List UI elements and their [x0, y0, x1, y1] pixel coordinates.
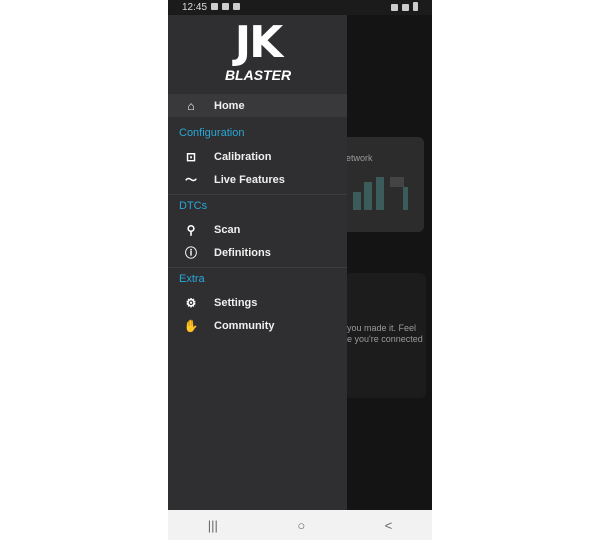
menu-item-label: Definitions — [214, 246, 271, 259]
menu-item-label: Community — [214, 319, 275, 332]
menu-item-label: Calibration — [214, 150, 272, 163]
card-title: etwork — [346, 153, 373, 163]
recents-button[interactable]: ||| — [208, 518, 218, 533]
search-icon: ⚲ — [186, 222, 196, 237]
home-button[interactable]: ○ — [297, 518, 305, 533]
chart-image — [353, 177, 408, 210]
system-nav-bar: ||| ○ < — [168, 510, 432, 540]
hand-icon: ✋ — [183, 318, 199, 333]
jk-blaster-logo: JK BLASTER — [224, 17, 292, 84]
menu-item-label: Settings — [214, 296, 258, 309]
navigation-drawer: JK BLASTER ⌂ Home Configuration ⊡ Calibrat… — [168, 15, 347, 510]
battery-icon — [413, 1, 418, 11]
section-header-configuration: Configuration — [179, 127, 245, 139]
trending-icon: 〜 — [184, 173, 197, 187]
menu-item-community[interactable]: ✋ Community — [168, 314, 347, 337]
notification-icon — [233, 3, 241, 10]
info-icon: ⓘ — [184, 246, 197, 260]
menu-item-settings[interactable]: ⚙ Settings — [168, 291, 347, 314]
menu-item-scan[interactable]: ⚲ Scan — [168, 218, 347, 241]
menu-item-label: Home — [214, 99, 245, 112]
menu-item-home[interactable]: ⌂ Home — [168, 94, 347, 117]
menu-item-calibration[interactable]: ⊡ Calibration — [168, 145, 347, 168]
image-icon — [211, 3, 219, 10]
menu-item-definitions[interactable]: ⓘ Definitions — [168, 241, 347, 264]
status-bar: 12:45 — [168, 0, 432, 15]
phone-screen: 12:45 etwork you made it. Feel e you're c… — [168, 0, 432, 540]
menu-item-label: Live Features — [214, 173, 285, 186]
chip-icon: ⊡ — [185, 149, 197, 164]
back-button[interactable]: < — [385, 518, 393, 533]
divider — [168, 267, 347, 268]
menu-item-label: Scan — [214, 223, 241, 236]
card-text: you made it. Feel — [347, 323, 417, 333]
section-header-extra: Extra — [179, 273, 205, 285]
section-header-dtcs: DTCs — [179, 200, 208, 212]
signal-icon — [402, 3, 409, 11]
bag-icon — [222, 3, 230, 10]
menu-item-live-features[interactable]: 〜 Live Features — [168, 168, 347, 191]
welcome-card: you made it. Feel e you're connected — [344, 273, 426, 398]
divider — [168, 194, 347, 195]
gear-icon: ⚙ — [185, 295, 197, 310]
clock: 12:45 — [182, 2, 208, 13]
card-text: e you're connected — [347, 334, 423, 344]
wifi-icon — [391, 3, 398, 11]
home-icon: ⌂ — [187, 98, 195, 113]
